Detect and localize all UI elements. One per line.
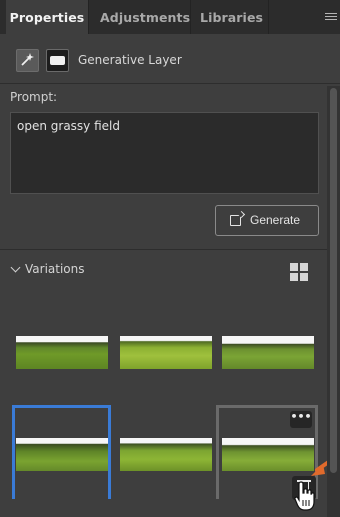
hand-cursor-icon xyxy=(294,481,315,511)
variation-thumbnail-3[interactable] xyxy=(222,336,314,369)
generative-layer-icon xyxy=(16,49,39,72)
prompt-label: Prompt: xyxy=(10,90,58,104)
variations-label: Variations xyxy=(25,262,85,276)
tab-libraries[interactable]: Libraries xyxy=(200,0,263,34)
layer-title: Generative Layer xyxy=(78,53,182,67)
tab-divider xyxy=(268,0,269,34)
generate-button-label: Generate xyxy=(250,213,301,227)
properties-panel: Properties Adjustments Libraries Generat… xyxy=(0,0,340,517)
tab-properties[interactable]: Properties xyxy=(6,0,88,34)
section-divider xyxy=(0,249,327,250)
variation-thumbnail-6[interactable] xyxy=(222,438,314,471)
variation-thumbnail-2[interactable] xyxy=(120,336,212,369)
variation-thumbnail-5[interactable] xyxy=(120,438,212,471)
variation-thumbnail-4[interactable] xyxy=(16,438,108,471)
tab-divider xyxy=(190,0,191,34)
panel-tab-bar: Properties Adjustments Libraries xyxy=(0,0,340,34)
variation-thumbnail-1[interactable] xyxy=(16,336,108,369)
prompt-input[interactable]: open grassy field xyxy=(10,112,319,194)
hamburger-icon[interactable] xyxy=(325,13,337,22)
tab-adjustments[interactable]: Adjustments xyxy=(100,0,190,34)
generate-icon xyxy=(230,215,241,226)
layer-header: Generative Layer xyxy=(0,34,340,84)
more-options-button[interactable]: ••• xyxy=(290,411,312,428)
tab-divider xyxy=(88,0,89,34)
vertical-scrollbar[interactable] xyxy=(327,86,340,517)
grid-view-icon[interactable] xyxy=(290,263,308,281)
layer-mask-icon[interactable] xyxy=(46,49,69,72)
chevron-down-icon xyxy=(10,262,21,273)
variations-section-toggle[interactable]: Variations xyxy=(10,262,85,276)
scrollbar-thumb[interactable] xyxy=(330,88,337,473)
generate-button[interactable]: Generate xyxy=(215,205,319,236)
